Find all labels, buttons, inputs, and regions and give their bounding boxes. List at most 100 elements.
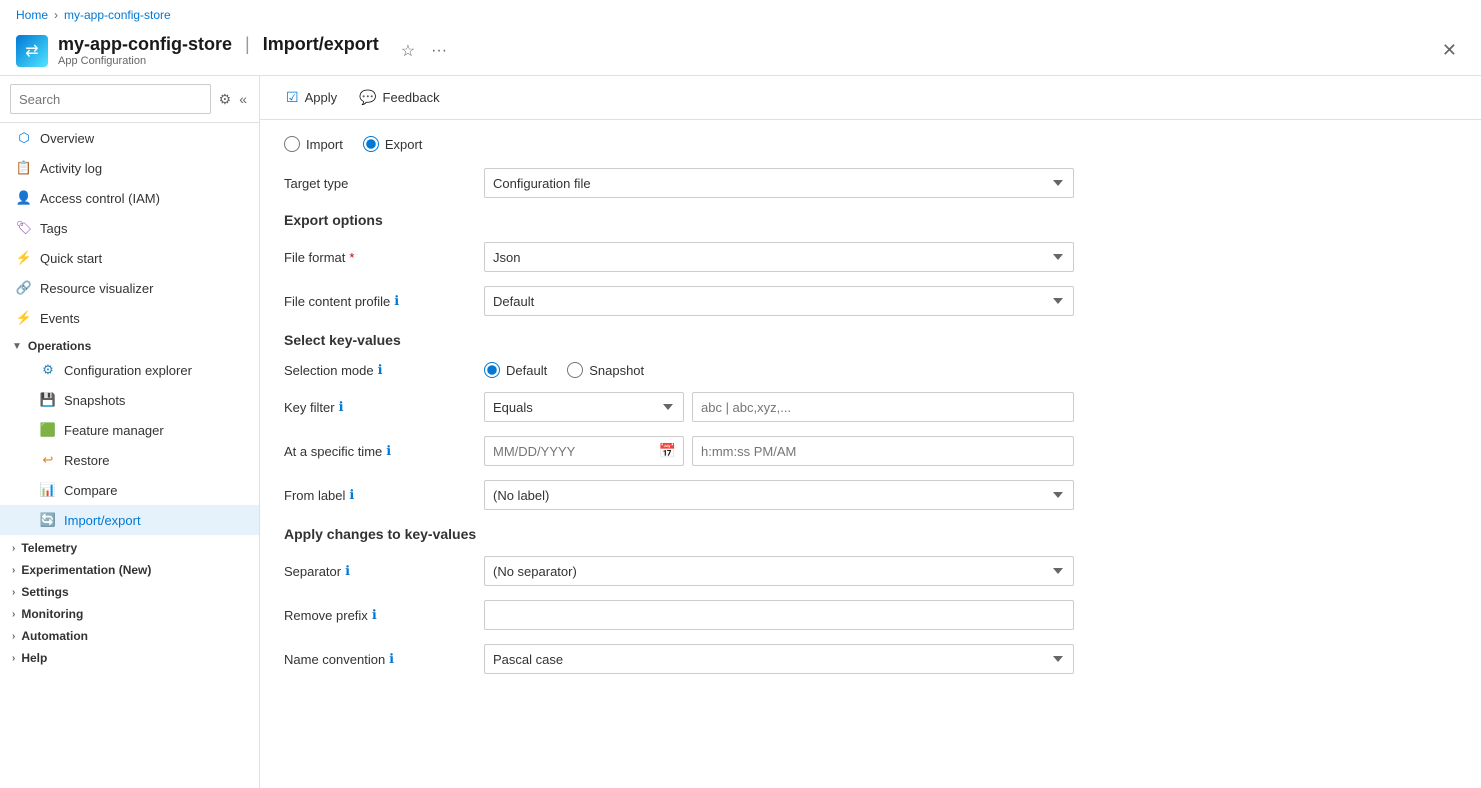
monitoring-label: Monitoring (21, 607, 83, 621)
app-icon: ⇄ (16, 35, 48, 67)
help-chevron: › (12, 653, 15, 664)
export-radio[interactable] (363, 136, 379, 152)
more-options-button[interactable]: ··· (427, 38, 451, 64)
file-content-profile-label: File content profile ℹ (284, 293, 484, 309)
overview-icon: ⬡ (16, 130, 32, 146)
page-header: ⇄ my-app-config-store | Import/export Ap… (0, 30, 1481, 76)
specific-time-control: 📅 (484, 436, 1074, 466)
separator-control: (No separator) (484, 556, 1074, 586)
sidebar-item-label: Restore (64, 453, 110, 468)
remove-prefix-control (484, 600, 1074, 630)
key-filter-input[interactable] (692, 392, 1074, 422)
sidebar-item-feature-manager[interactable]: 🟩 Feature manager (0, 415, 259, 445)
separator-select[interactable]: (No separator) (484, 556, 1074, 586)
key-filter-control: Equals (484, 392, 1074, 422)
sidebar-item-activity-log[interactable]: 📋 Activity log (0, 153, 259, 183)
from-label-info-icon: ℹ (349, 487, 354, 503)
selection-mode-label: Selection mode ℹ (284, 362, 484, 378)
sidebar-section-experimentation[interactable]: › Experimentation (New) (0, 557, 259, 579)
sidebar-section-automation[interactable]: › Automation (0, 623, 259, 645)
import-export-radio-group: Import Export (284, 136, 1457, 152)
separator-row: Separator ℹ (No separator) (284, 556, 1457, 586)
sidebar-item-import-export[interactable]: 🔄 Import/export (0, 505, 259, 535)
default-mode-option[interactable]: Default (484, 362, 547, 378)
sidebar-item-quickstart[interactable]: ⚡ Quick start (0, 243, 259, 273)
key-filter-select[interactable]: Equals (484, 392, 684, 422)
sidebar-item-label: Events (40, 311, 80, 326)
calendar-icon[interactable]: 📅 (659, 443, 676, 460)
name-convention-label: Name convention ℹ (284, 651, 484, 667)
sidebar-section-telemetry[interactable]: › Telemetry (0, 535, 259, 557)
remove-prefix-input[interactable] (484, 600, 1074, 630)
sidebar-item-compare[interactable]: 📊 Compare (0, 475, 259, 505)
sidebar-section-operations[interactable]: ▼ Operations (0, 333, 259, 355)
export-radio-option[interactable]: Export (363, 136, 423, 152)
date-input[interactable] (484, 436, 684, 466)
sidebar-section-help[interactable]: › Help (0, 645, 259, 667)
from-label-select[interactable]: (No label) (484, 480, 1074, 510)
sidebar-search-area: ⚙ « (0, 76, 259, 123)
sidebar-item-overview[interactable]: ⬡ Overview (0, 123, 259, 153)
settings-chevron: › (12, 587, 15, 598)
sidebar-item-resource-visualizer[interactable]: 🔗 Resource visualizer (0, 273, 259, 303)
sidebar-item-events[interactable]: ⚡ Events (0, 303, 259, 333)
sidebar-item-iam[interactable]: 👤 Access control (IAM) (0, 183, 259, 213)
select-key-values-title: Select key-values (284, 332, 1457, 348)
feedback-button[interactable]: 💬 Feedback (349, 84, 450, 111)
main-layout: ⚙ « ⬡ Overview 📋 Activity log 👤 Access c… (0, 76, 1481, 788)
sidebar-item-tags[interactable]: 🏷 Tags (0, 213, 259, 243)
feature-manager-icon: 🟩 (40, 422, 56, 438)
iam-icon: 👤 (16, 190, 32, 206)
sidebar: ⚙ « ⬡ Overview 📋 Activity log 👤 Access c… (0, 76, 260, 788)
collapse-icon[interactable]: « (237, 89, 249, 110)
target-type-select[interactable]: Configuration file (484, 168, 1074, 198)
default-mode-radio[interactable] (484, 362, 500, 378)
snapshot-mode-option[interactable]: Snapshot (567, 362, 644, 378)
import-radio-option[interactable]: Import (284, 136, 343, 152)
target-type-label: Target type (284, 176, 484, 191)
sidebar-item-label: Overview (40, 131, 94, 146)
feedback-icon: 💬 (359, 89, 376, 106)
experimentation-label: Experimentation (New) (21, 563, 151, 577)
selection-mode-row: Selection mode ℹ Default Snapshot (284, 362, 1457, 378)
sidebar-item-label: Feature manager (64, 423, 164, 438)
file-content-profile-control: Default (484, 286, 1074, 316)
sidebar-section-monitoring[interactable]: › Monitoring (0, 601, 259, 623)
sidebar-item-snapshots[interactable]: 💾 Snapshots (0, 385, 259, 415)
experimentation-chevron: › (12, 565, 15, 576)
search-input[interactable] (10, 84, 211, 114)
from-label-row: From label ℹ (No label) (284, 480, 1457, 510)
import-label: Import (306, 137, 343, 152)
favorite-button[interactable]: ☆ (397, 37, 419, 65)
operations-label: Operations (28, 339, 91, 353)
file-format-row: File format * Json (284, 242, 1457, 272)
sidebar-item-label: Tags (40, 221, 67, 236)
snapshot-mode-radio[interactable] (567, 362, 583, 378)
snapshots-icon: 💾 (40, 392, 56, 408)
telemetry-label: Telemetry (21, 541, 77, 555)
name-convention-select[interactable]: Pascal case (484, 644, 1074, 674)
automation-label: Automation (21, 629, 88, 643)
breadcrumb-home[interactable]: Home (16, 8, 48, 22)
file-format-select[interactable]: Json (484, 242, 1074, 272)
breadcrumb-resource[interactable]: my-app-config-store (64, 8, 171, 22)
sidebar-item-config-explorer[interactable]: ⚙ Configuration explorer (0, 355, 259, 385)
import-radio[interactable] (284, 136, 300, 152)
close-button[interactable]: ✕ (1434, 36, 1465, 65)
sidebar-section-settings[interactable]: › Settings (0, 579, 259, 601)
file-content-info-icon: ℹ (394, 293, 399, 309)
time-input[interactable] (692, 436, 1074, 466)
target-type-row: Target type Configuration file (284, 168, 1457, 198)
sidebar-item-restore[interactable]: ↩ Restore (0, 445, 259, 475)
apply-button[interactable]: ☑ Apply (276, 84, 347, 111)
operations-chevron: ▼ (12, 341, 22, 352)
file-content-profile-select[interactable]: Default (484, 286, 1074, 316)
help-label: Help (21, 651, 47, 665)
filter-icon[interactable]: ⚙ (217, 89, 234, 110)
automation-chevron: › (12, 631, 15, 642)
toolbar: ☑ Apply 💬 Feedback (260, 76, 1481, 120)
page-subtitle: App Configuration (58, 55, 379, 67)
default-mode-label: Default (506, 363, 547, 378)
sidebar-item-label: Activity log (40, 161, 102, 176)
telemetry-chevron: › (12, 543, 15, 554)
